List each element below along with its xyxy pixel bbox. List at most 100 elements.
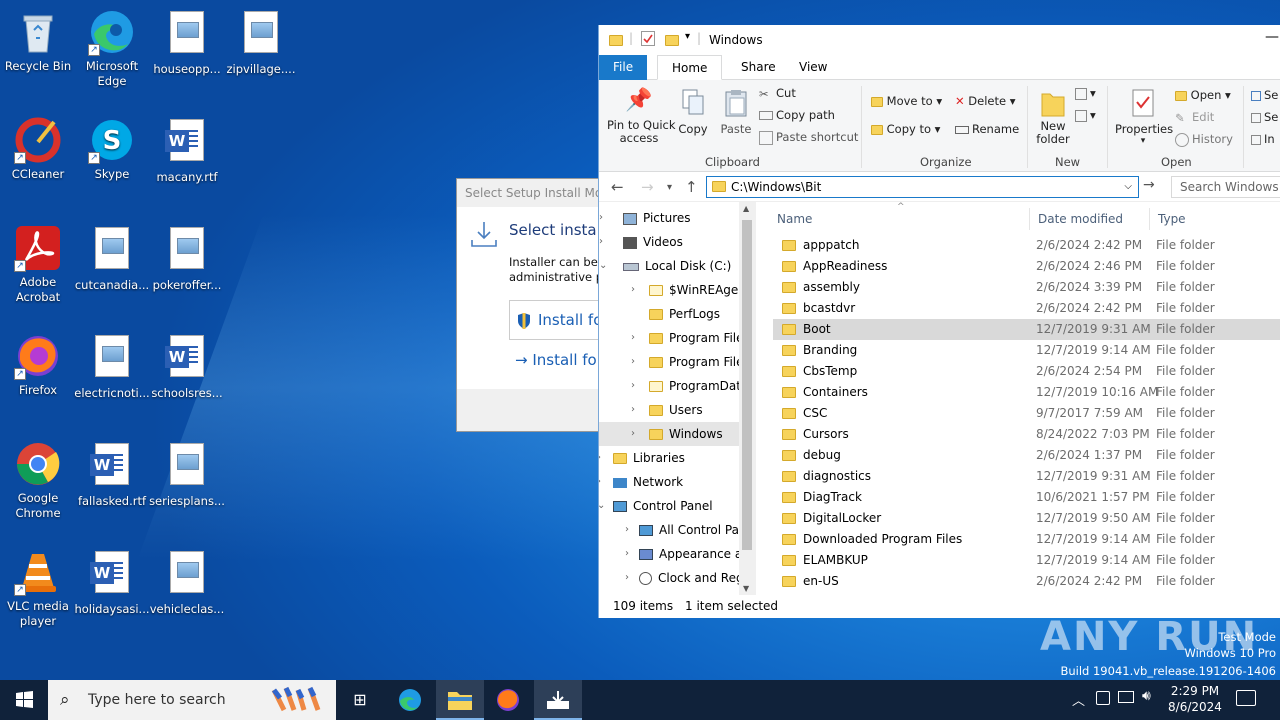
copy-path-button[interactable]: Copy path (759, 108, 835, 122)
go-arrow-icon[interactable]: → (1143, 177, 1155, 193)
file-row[interactable]: CbsTemp 2/6/2024 2:54 PM File folder (773, 361, 1280, 382)
desktop-icon-adobe-acrobat[interactable]: ↗ Adobe Acrobat (0, 224, 76, 305)
desktop-file-macany[interactable]: macany.rtf (149, 116, 225, 185)
tree-item-control-panel[interactable]: ⌄Control Panel (599, 494, 753, 518)
taskbar-file-explorer[interactable] (436, 680, 484, 720)
desktop-file-zipvillage[interactable]: zipvillage.... (223, 8, 299, 77)
desktop-file-holidaysasi[interactable]: holidaysasi... (74, 548, 150, 617)
open-button[interactable]: Open ▾ (1175, 88, 1231, 102)
file-row[interactable]: CSC 9/7/2017 7:59 AM File folder (773, 403, 1280, 424)
tree-item-network[interactable]: ›Network (599, 470, 753, 494)
select-none-button[interactable]: Se (1251, 110, 1278, 124)
copy-button[interactable]: Copy (677, 88, 709, 136)
install-for-me-only-button[interactable]: → Install fo (515, 351, 597, 369)
forward-arrow-icon[interactable]: → (641, 178, 654, 196)
desktop-file-seriesplans[interactable]: seriesplans... (149, 440, 225, 509)
select-all-button[interactable]: Se (1251, 88, 1278, 102)
column-header-date[interactable]: Date modified (1038, 212, 1123, 226)
file-row[interactable]: debug 2/6/2024 1:37 PM File folder (773, 445, 1280, 466)
notification-icon[interactable] (1236, 690, 1256, 706)
address-dropdown-icon[interactable]: ⌵ (1124, 177, 1132, 197)
delete-button[interactable]: ✕ Delete ▾ (955, 94, 1016, 108)
properties-qat-icon[interactable] (641, 31, 655, 46)
scroll-up-icon[interactable]: ▲ (743, 204, 749, 213)
invert-selection-button[interactable]: In (1251, 132, 1275, 146)
scroll-down-icon[interactable]: ▼ (743, 584, 749, 593)
column-header-type[interactable]: Type (1158, 212, 1186, 226)
desktop-file-vehicleclas[interactable]: vehicleclas... (149, 548, 225, 617)
desktop-file-houseopp[interactable]: houseopp... (149, 8, 225, 77)
properties-button[interactable]: Properties ▾ (1115, 88, 1173, 146)
tree-item-libraries[interactable]: ›Libraries (599, 446, 753, 470)
network-icon[interactable] (1118, 691, 1134, 703)
desktop-file-electricnoti[interactable]: electricnoti... (74, 332, 150, 401)
column-header-name[interactable]: Name (777, 212, 812, 226)
desktop-icon-skype[interactable]: S ↗ Skype (74, 116, 150, 182)
desktop-icon-google-chrome[interactable]: Google Chrome (0, 440, 76, 521)
file-row[interactable]: Containers 12/7/2019 10:16 AM File folder (773, 382, 1280, 403)
tree-item-windows[interactable]: › Windows (599, 422, 739, 446)
file-row[interactable]: DigitalLocker 12/7/2019 9:50 AM File folde… (773, 508, 1280, 529)
desktop-file-pokeroffer[interactable]: pokeroffer... (149, 224, 225, 293)
start-button[interactable] (0, 680, 48, 720)
tree-item-local-disk[interactable]: ⌄ Local Disk (C:) (599, 254, 754, 278)
desktop-file-cutcanadia[interactable]: cutcanadia... (74, 224, 150, 293)
tree-item-pictures[interactable]: › Pictures (599, 206, 754, 230)
taskbar-installer[interactable] (534, 680, 582, 720)
desktop-icon-recycle-bin[interactable]: Recycle Bin (0, 8, 76, 74)
taskbar-edge[interactable] (386, 680, 434, 720)
file-row[interactable]: Downloaded Program Files 12/7/2019 9:14 A… (773, 529, 1280, 550)
pin-to-quick-access-button[interactable]: 📌 Pin to Quick access (607, 88, 676, 145)
desktop-icon-vlc[interactable]: ↗ VLC media player (0, 548, 76, 629)
show-hidden-icons-icon[interactable]: ︿ (1072, 690, 1085, 709)
file-row[interactable]: ELAMBKUP 12/7/2019 9:14 AM File folder (773, 550, 1280, 571)
customize-qat-icon[interactable]: ▾ (685, 31, 690, 42)
file-row[interactable]: Boot 12/7/2019 9:31 AM File folder (773, 319, 1280, 340)
volume-icon[interactable]: 🔊︎ (1142, 688, 1151, 704)
device-icon[interactable] (1096, 691, 1110, 705)
file-row[interactable]: Branding 12/7/2019 9:14 AM File folder (773, 340, 1280, 361)
new-item-button[interactable]: ▾ (1075, 86, 1096, 100)
edit-button[interactable]: ✎ Edit (1175, 110, 1214, 125)
move-to-button[interactable]: Move to ▾ (871, 94, 942, 108)
desktop-file-schoolsres[interactable]: schoolsres... (149, 332, 225, 401)
tree-item-videos[interactable]: › Videos (599, 230, 754, 254)
file-row[interactable]: en-US 2/6/2024 2:42 PM File folder (773, 571, 1280, 592)
file-row[interactable]: diagnostics 12/7/2019 9:31 AM File folder (773, 466, 1280, 487)
tab-file[interactable]: File (599, 55, 648, 80)
recent-locations-icon[interactable]: ▾ (667, 182, 672, 193)
tree-item-appearance[interactable]: › Appearance an (625, 542, 754, 566)
task-view-button[interactable]: ⊞ (336, 680, 384, 720)
easy-access-button[interactable]: ▾ (1075, 108, 1096, 122)
file-row[interactable]: apppatch 2/6/2024 2:42 PM File folder (773, 235, 1280, 256)
clock[interactable]: 2:29 PM 8/6/2024 (1160, 683, 1230, 715)
back-arrow-icon[interactable]: ← (611, 178, 624, 196)
new-folder-button[interactable]: New folder (1035, 88, 1071, 146)
up-arrow-icon[interactable]: ↑ (685, 178, 698, 196)
cut-button[interactable]: ✂ Cut (759, 86, 796, 101)
navigation-scrollbar[interactable]: ▲ ▼ (739, 202, 756, 595)
file-row[interactable]: DiagTrack 10/6/2021 1:57 PM File folder (773, 487, 1280, 508)
file-row[interactable]: assembly 2/6/2024 3:39 PM File folder (773, 277, 1280, 298)
file-row[interactable]: bcastdvr 2/6/2024 2:42 PM File folder (773, 298, 1280, 319)
minimize-button[interactable]: — (1265, 29, 1279, 45)
copy-to-button[interactable]: Copy to ▾ (871, 122, 940, 136)
file-row[interactable]: AppReadiness 2/6/2024 2:46 PM File folder (773, 256, 1280, 277)
paste-button[interactable]: Paste (719, 88, 753, 136)
taskbar-firefox[interactable] (484, 680, 532, 720)
file-row[interactable]: Cursors 8/24/2022 7:03 PM File folder (773, 424, 1280, 445)
paste-shortcut-button[interactable]: Paste shortcut (759, 130, 858, 145)
desktop-icon-ccleaner[interactable]: ↗ CCleaner (0, 116, 76, 182)
address-input[interactable]: C:\Windows\Bit ⌵ (706, 176, 1139, 198)
tree-item-all-control-panel[interactable]: › All Control Par (625, 518, 754, 542)
new-folder-qat-icon[interactable] (665, 33, 679, 47)
desktop-icon-microsoft-edge[interactable]: ↗ Microsoft Edge (74, 8, 150, 89)
tab-home[interactable]: Home (657, 55, 723, 80)
tab-view[interactable]: View (785, 55, 841, 80)
desktop-icon-firefox[interactable]: ↗ Firefox (0, 332, 76, 398)
history-button[interactable]: History (1175, 132, 1233, 147)
scrollbar-thumb[interactable] (742, 220, 752, 550)
taskbar-search-box[interactable]: ⌕ Type here to search (48, 680, 336, 720)
tree-item-clock-region[interactable]: › Clock and Regi (625, 566, 754, 590)
tab-share[interactable]: Share (727, 55, 790, 80)
